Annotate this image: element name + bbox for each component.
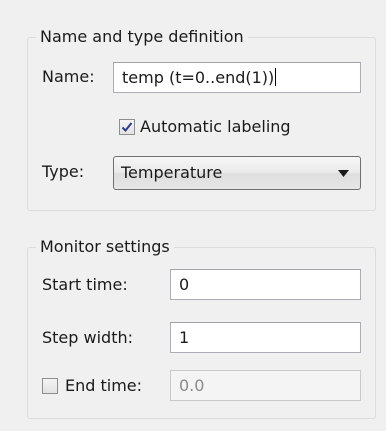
type-select[interactable]: Temperature	[113, 156, 361, 190]
automatic-labeling-label[interactable]: Automatic labeling	[140, 117, 291, 137]
text-caret	[275, 68, 277, 86]
start-time-label: Start time:	[42, 275, 128, 294]
start-time-input[interactable]: 0	[170, 269, 361, 300]
name-type-group-legend: Name and type definition	[36, 27, 248, 47]
type-select-value: Temperature	[121, 163, 223, 182]
name-label: Name:	[42, 67, 95, 86]
end-time-value: 0.0	[179, 376, 205, 395]
end-time-checkbox[interactable]	[42, 378, 58, 394]
step-width-label: Step width:	[42, 328, 134, 347]
name-input[interactable]: temp (t=0..end(1))	[113, 62, 361, 93]
check-icon	[121, 122, 133, 132]
chevron-down-icon	[338, 170, 349, 177]
type-label: Type:	[42, 162, 85, 181]
automatic-labeling-checkbox[interactable]	[119, 119, 135, 135]
step-width-input[interactable]: 1	[170, 322, 361, 353]
step-width-value: 1	[179, 328, 190, 347]
monitor-settings-group: Monitor settings Start time: 0 Step widt…	[27, 237, 376, 419]
name-input-value: temp (t=0..end(1))	[122, 68, 275, 87]
start-time-value: 0	[179, 275, 190, 294]
monitor-settings-legend: Monitor settings	[36, 237, 174, 257]
end-time-input: 0.0	[170, 370, 361, 401]
end-time-label[interactable]: End time:	[65, 376, 142, 396]
name-type-group: Name and type definition Name: temp (t=0…	[27, 27, 376, 211]
